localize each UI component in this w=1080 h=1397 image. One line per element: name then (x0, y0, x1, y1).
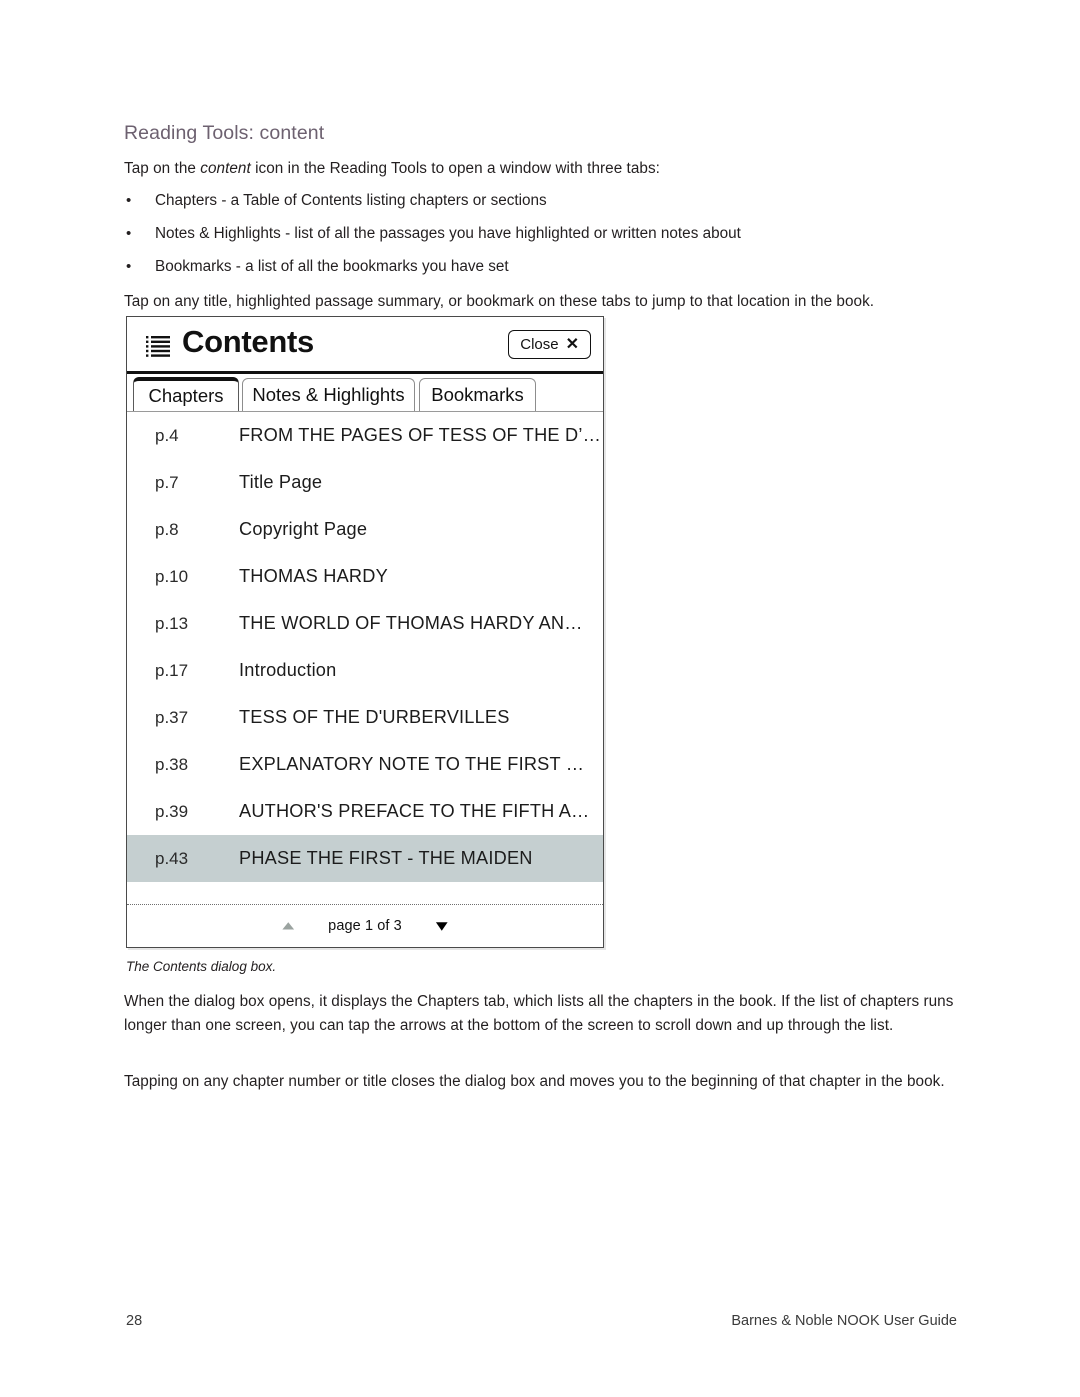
dialog-explanation-paragraph: When the dialog box opens, it displays t… (124, 993, 954, 1034)
tab-bookmarks[interactable]: Bookmarks (419, 378, 536, 411)
list-item: • Chapters - a Table of Contents listing… (124, 190, 964, 223)
chapter-page-number: p.17 (155, 660, 189, 680)
table-row[interactable]: p.17 Introduction (127, 647, 603, 694)
list-item-label: Chapters - a Table of Contents listing c… (155, 192, 547, 209)
list-item-label: Notes & Highlights - list of all the pas… (155, 225, 741, 242)
triangle-down-icon[interactable]: ▼ (432, 919, 452, 933)
close-button-label: Close (520, 336, 559, 353)
chapter-page-number: p.8 (155, 519, 179, 539)
chapter-title: THOMAS HARDY (239, 566, 388, 586)
chapter-title: FROM THE PAGES OF TESS OF THE D’… (239, 425, 601, 445)
bullet-dot-icon: • (126, 192, 132, 209)
chapter-page-number: p.43 (155, 848, 189, 868)
tapping-explanation-paragraph: Tapping on any chapter number or title c… (124, 1073, 945, 1090)
tap-instruction-paragraph: Tap on any title, highlighted passage su… (124, 293, 875, 310)
close-button[interactable]: Close ✕ (508, 330, 591, 359)
chapter-title: PHASE THE FIRST - THE MAIDEN (239, 848, 533, 868)
dialog-pager: ▲ page 1 of 3 ▼ (127, 904, 603, 947)
chapter-title: EXPLANATORY NOTE TO THE FIRST … (239, 754, 585, 774)
contents-dialog: Contents Close ✕ Chapters Notes & Highli… (126, 316, 604, 948)
intro-italic-term: content (200, 160, 251, 177)
tab-chapters[interactable]: Chapters (133, 377, 239, 411)
chapter-title: Title Page (239, 472, 323, 492)
list-item-label: Bookmarks - a list of all the bookmarks … (155, 258, 509, 275)
tab-chapters-label: Chapters (148, 385, 224, 406)
page-section-heading: Reading Tools: content (124, 122, 325, 144)
dialog-title: Contents (182, 324, 314, 359)
table-row-selected[interactable]: p.43 PHASE THE FIRST - THE MAIDEN (127, 835, 603, 882)
chapter-title: Copyright Page (239, 519, 368, 539)
table-row[interactable]: p.37 TESS OF THE D'URBERVILLES (127, 694, 603, 741)
list-item: • Bookmarks - a list of all the bookmark… (124, 256, 964, 289)
table-row[interactable]: p.7 Title Page (127, 459, 603, 506)
table-row[interactable]: p.13 THE WORLD OF THOMAS HARDY AN… (127, 600, 603, 647)
table-row[interactable]: p.8 Copyright Page (127, 506, 603, 553)
footer-page-number: 28 (126, 1313, 143, 1329)
chapter-title: Introduction (239, 660, 337, 680)
chapter-page-number: p.37 (155, 707, 189, 727)
figure-caption: The Contents dialog box. (126, 959, 277, 974)
intro-paragraph: Tap on the content icon in the Reading T… (124, 157, 964, 181)
dialog-tab-bar: Chapters Notes & Highlights Bookmarks (127, 374, 603, 412)
table-row[interactable]: p.10 THOMAS HARDY (127, 553, 603, 600)
list-item: • Notes & Highlights - list of all the p… (124, 223, 964, 256)
tab-bookmarks-label: Bookmarks (431, 384, 524, 405)
tab-notes-highlights[interactable]: Notes & Highlights (242, 378, 415, 411)
chapter-page-number: p.13 (155, 613, 189, 633)
table-row[interactable]: p.38 EXPLANATORY NOTE TO THE FIRST … (127, 741, 603, 788)
bullet-dot-icon: • (126, 258, 132, 275)
intro-text-before: Tap on the (124, 160, 201, 177)
page-canvas: Reading Tools: content Tap on the conten… (0, 0, 1080, 1397)
list-icon (146, 335, 172, 357)
chapter-title: THE WORLD OF THOMAS HARDY AN… (239, 613, 583, 633)
triangle-up-icon[interactable]: ▲ (278, 920, 298, 932)
intro-text-after: icon in the Reading Tools to open a wind… (250, 160, 660, 177)
chapter-page-number: p.7 (155, 472, 179, 492)
pager-label: page 1 of 3 (328, 918, 402, 934)
table-row[interactable]: p.4 FROM THE PAGES OF TESS OF THE D’… (127, 412, 603, 459)
chapter-page-number: p.10 (155, 566, 189, 586)
chapter-page-number: p.38 (155, 754, 189, 774)
bullet-dot-icon: • (126, 225, 132, 242)
chapter-title: AUTHOR'S PREFACE TO THE FIFTH A… (239, 801, 590, 821)
chapter-page-number: p.39 (155, 801, 189, 821)
tab-notes-highlights-label: Notes & Highlights (252, 384, 405, 405)
chapter-list: p.4 FROM THE PAGES OF TESS OF THE D’… p.… (127, 412, 603, 904)
table-row[interactable]: p.39 AUTHOR'S PREFACE TO THE FIFTH A… (127, 788, 603, 835)
close-x-icon: ✕ (565, 335, 579, 353)
dialog-header: Contents Close ✕ (127, 317, 603, 374)
chapter-page-number: p.4 (155, 425, 179, 445)
footer-guide-title: Barnes & Noble NOOK User Guide (731, 1313, 957, 1329)
chapter-title: TESS OF THE D'URBERVILLES (239, 707, 510, 727)
feature-bullet-list: • Chapters - a Table of Contents listing… (124, 190, 964, 289)
